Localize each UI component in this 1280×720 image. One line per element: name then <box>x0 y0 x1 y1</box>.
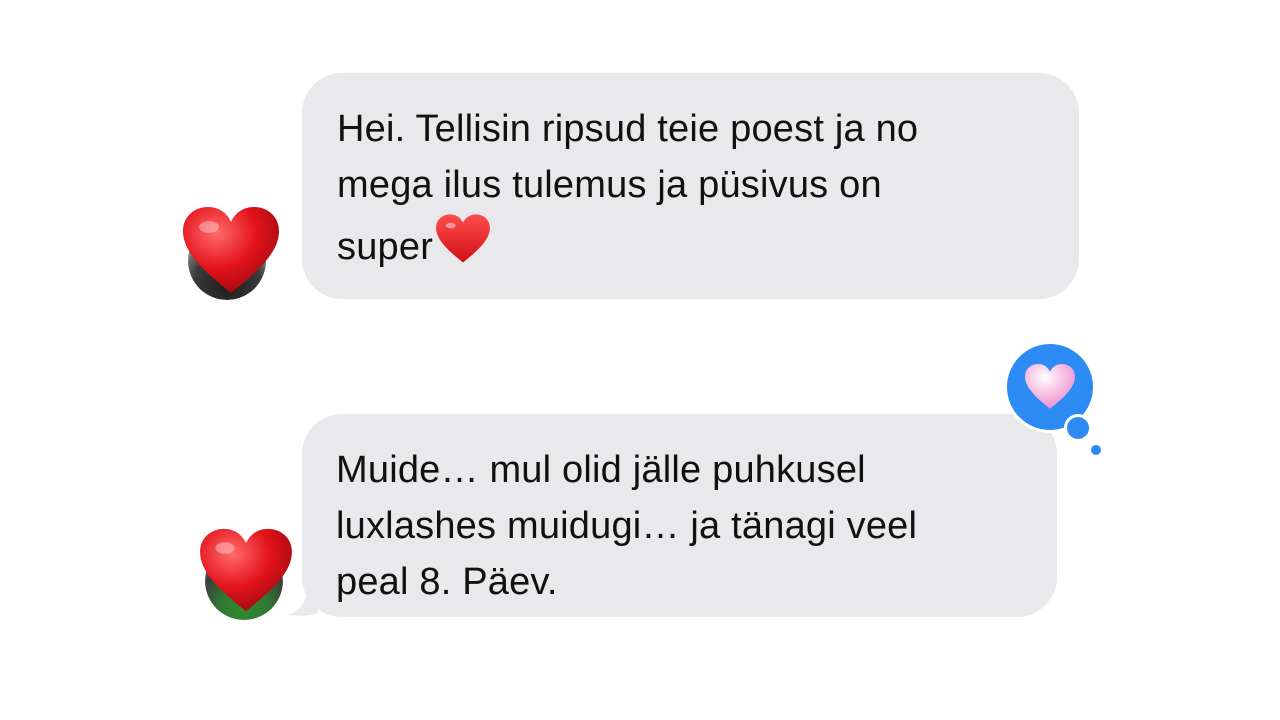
message-text-line: luxlashes muidugi… ja tänagi veel <box>336 505 918 547</box>
message-2: Muide… mul olid jälle puhkusel luxlashes… <box>0 0 1280 720</box>
message-bubble[interactable]: Muide… mul olid jälle puhkusel luxlashes… <box>302 414 1057 617</box>
message-text-line: Muide… mul olid jälle puhkusel <box>336 449 866 491</box>
heart-sticker-icon <box>200 528 292 612</box>
message-thread: Hei. Tellisin ripsud teie poest ja no me… <box>0 0 1280 720</box>
message-text-line: peal 8. Päev. <box>336 561 558 603</box>
tapback-reaction[interactable] <box>1000 335 1110 465</box>
